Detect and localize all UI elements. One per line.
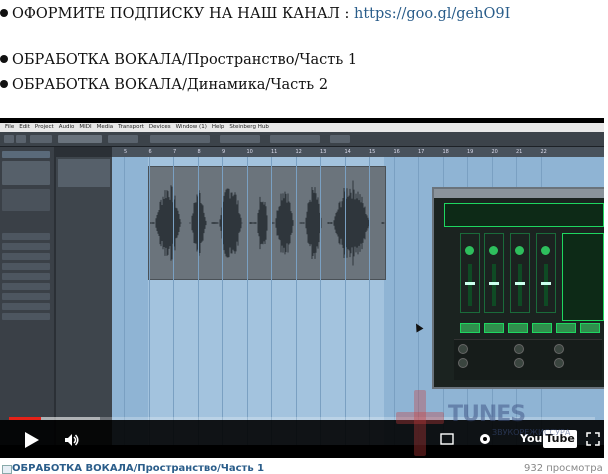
grid-line xyxy=(197,157,199,445)
ruler-tick-label: 18 xyxy=(442,149,449,155)
ruler-tick-label: 5 xyxy=(124,149,128,155)
menu-item-8[interactable]: Window (1) xyxy=(176,123,207,132)
ruler-tick-label: 11 xyxy=(271,149,278,155)
list-item-text: ОБРАБОТКА ВОКАЛА/Пространство/Часть 1 xyxy=(12,52,358,68)
grid-line xyxy=(393,157,395,445)
timeline-ruler[interactable]: 5 6 7 8 9 10 11 12 13 14 15 16 17 18 19 20 21 22 xyxy=(112,147,604,157)
band-4[interactable] xyxy=(536,233,556,313)
menu-item-2[interactable]: Project xyxy=(35,123,54,132)
band-2[interactable] xyxy=(484,233,504,313)
band-3[interactable] xyxy=(510,233,530,313)
menu-item-9[interactable]: Help xyxy=(212,123,225,132)
ruler-tick-label: 22 xyxy=(540,149,547,155)
video-player[interactable]: File Edit Project Audio MIDI Media Transport De… xyxy=(0,118,604,458)
fullscreen-icon[interactable] xyxy=(586,432,600,446)
play-icon[interactable] xyxy=(25,432,39,448)
bullet-icon xyxy=(0,9,8,17)
volume-icon[interactable] xyxy=(64,432,80,448)
track-list xyxy=(56,157,112,445)
ruler-tick-label: 12 xyxy=(295,149,302,155)
video-frame[interactable]: File Edit Project Audio MIDI Media Transport De… xyxy=(0,123,604,445)
video-caption: ОБРАБОТКА ВОКАЛА/Пространство/Часть 1 93… xyxy=(0,462,608,474)
ruler-tick-label: 20 xyxy=(491,149,498,155)
grid-line xyxy=(271,157,272,445)
menu-item-3[interactable]: Audio xyxy=(59,123,75,132)
subscribe-text: ОФОРМИТЕ ПОДПИСКУ НА НАШ КАНАЛ : xyxy=(12,6,350,22)
menu-item-10[interactable]: Steinberg Hub xyxy=(229,123,268,132)
grid-line xyxy=(148,157,150,445)
list-item: ОБРАБОТКА ВОКАЛА/Пространство/Часть 1 xyxy=(0,52,357,68)
youtube-box: Tube xyxy=(543,430,577,448)
plugin-display xyxy=(444,203,604,227)
ruler-tick-label: 21 xyxy=(516,149,523,155)
menu-item-4[interactable]: MIDI xyxy=(79,123,91,132)
list-item: ОБРАБОТКА ВОКАЛА/Динамика/Часть 2 xyxy=(0,77,328,93)
plugin-meter xyxy=(562,233,604,321)
youtube-label: You xyxy=(520,432,543,445)
grid-line xyxy=(246,157,248,445)
player-controls: You Tube xyxy=(0,420,604,458)
grid-line xyxy=(173,157,174,445)
youtube-logo[interactable]: You Tube xyxy=(520,430,577,448)
ruler-tick-label: 13 xyxy=(320,149,327,155)
bullet-icon xyxy=(0,80,8,88)
ruler-tick-label: 9 xyxy=(222,149,226,155)
subtitles-icon[interactable] xyxy=(440,432,454,446)
ruler-tick-label: 19 xyxy=(467,149,474,155)
bullet-icon xyxy=(0,55,8,63)
plugin-titlebar[interactable] xyxy=(434,189,604,198)
menu-item-5[interactable]: Media xyxy=(97,123,114,132)
grid-line xyxy=(369,157,370,445)
video-thumb-icon xyxy=(2,465,12,474)
menu-item-1[interactable]: Edit xyxy=(19,123,30,132)
ruler-tick-label: 17 xyxy=(418,149,425,155)
ruler-tick-label: 8 xyxy=(197,149,201,155)
settings-icon[interactable] xyxy=(478,432,492,446)
waveform xyxy=(149,180,385,266)
menu-item-0[interactable]: File xyxy=(5,123,14,132)
ruler-tick-label: 10 xyxy=(246,149,253,155)
subscribe-link[interactable]: https://goo.gl/gehO9I xyxy=(354,6,510,22)
view-count: 932 просмотра xyxy=(524,463,603,474)
audio-clip[interactable] xyxy=(148,166,386,280)
track-header[interactable] xyxy=(58,159,110,187)
daw-menubar: File Edit Project Audio MIDI Media Transport De… xyxy=(0,123,604,132)
grid-line xyxy=(344,157,346,445)
inspector-panel xyxy=(0,147,54,445)
ruler-tick-label: 16 xyxy=(393,149,400,155)
grid-line xyxy=(124,157,125,445)
ruler-tick-label: 15 xyxy=(369,149,376,155)
menu-item-7[interactable]: Devices xyxy=(149,123,171,132)
band-1[interactable] xyxy=(460,233,480,313)
grid-line xyxy=(320,157,321,445)
plugin-lower-controls xyxy=(454,339,602,380)
grid-line xyxy=(222,157,223,445)
ruler-tick-label: 14 xyxy=(344,149,351,155)
video-title-link[interactable]: ОБРАБОТКА ВОКАЛА/Пространство/Часть 1 xyxy=(12,463,264,474)
ruler-tick-label: 7 xyxy=(173,149,177,155)
daw-toolbar xyxy=(0,132,604,147)
grid-line xyxy=(295,157,297,445)
subscribe-line: ОФОРМИТЕ ПОДПИСКУ НА НАШ КАНАЛ : https:/… xyxy=(0,6,510,22)
menu-item-6[interactable]: Transport xyxy=(118,123,144,132)
compressor-plugin-window[interactable] xyxy=(432,187,604,389)
list-item-text: ОБРАБОТКА ВОКАЛА/Динамика/Часть 2 xyxy=(12,77,329,93)
plugin-buttons[interactable] xyxy=(460,323,602,333)
grid-line xyxy=(418,157,419,445)
ruler-tick-label: 6 xyxy=(148,149,152,155)
